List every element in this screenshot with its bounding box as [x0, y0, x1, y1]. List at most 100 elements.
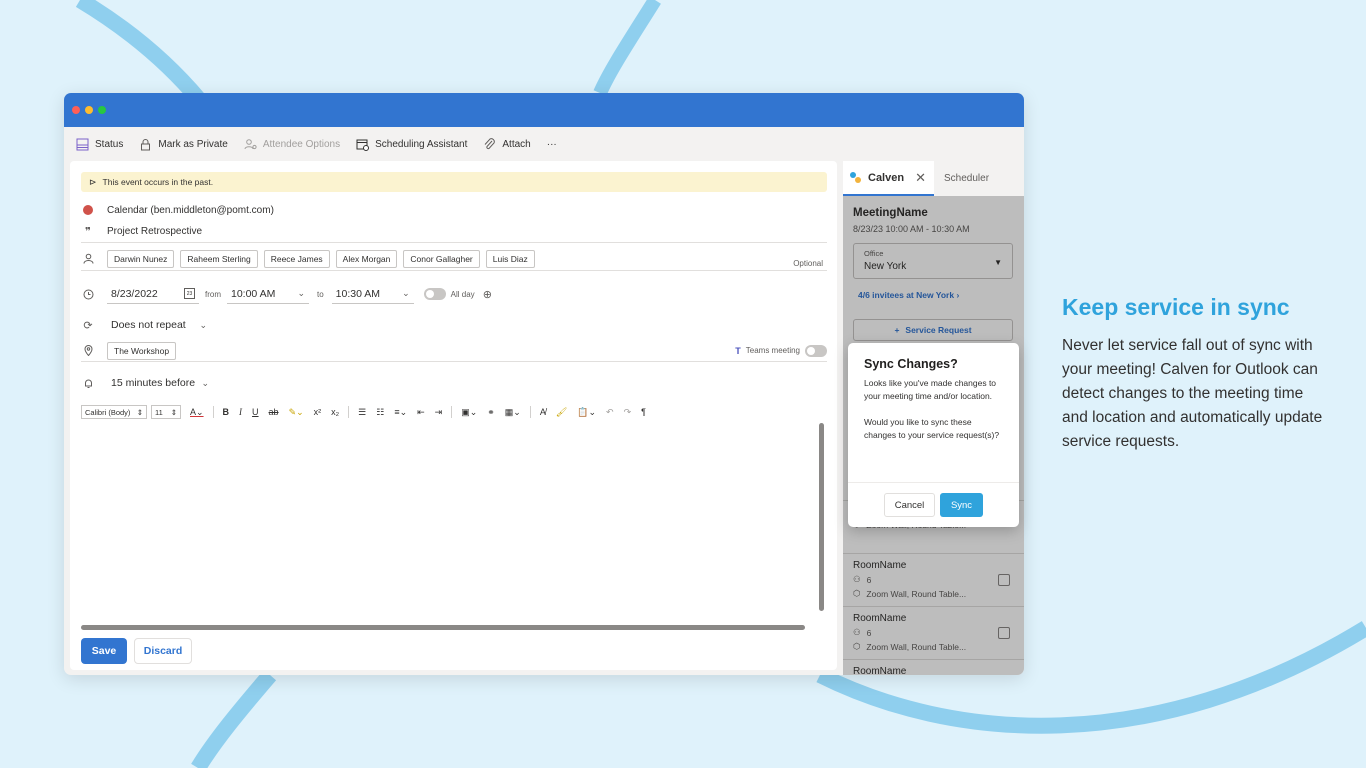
link-icon[interactable]: ⚭: [487, 407, 495, 418]
attendee-chip[interactable]: Reece James: [263, 249, 330, 268]
divider: [348, 406, 350, 418]
start-time-value: 10:00 AM: [231, 287, 276, 300]
quote-icon: ❞: [85, 226, 91, 238]
repeat-icon: ⟳: [83, 319, 93, 332]
all-day-label: All day: [450, 289, 475, 299]
divider: [212, 406, 214, 418]
all-day-toggle[interactable]: [423, 288, 446, 300]
superscript-icon[interactable]: x²: [314, 407, 322, 417]
format-painter-icon[interactable]: 🖌: [556, 407, 567, 418]
chevron-down-icon: ⌄: [199, 319, 207, 330]
bell-icon: [81, 376, 95, 390]
calendar-row[interactable]: Calendar (ben.middleton@pomt.com): [81, 201, 827, 219]
event-editor: ⊳ This event occurs in the past. Calenda…: [70, 161, 837, 670]
italic-icon[interactable]: I: [239, 407, 242, 417]
optional-attendees-link[interactable]: Optional: [793, 259, 823, 268]
tab-calven[interactable]: Calven ✕: [843, 161, 934, 196]
font-family-select[interactable]: Calibri (Body) ⇕: [81, 405, 147, 419]
info-tag-icon: ⊳: [89, 176, 97, 187]
promo-body: Never let service fall out of sync with …: [1062, 337, 1323, 450]
start-time-select[interactable]: 10:00 AM ⌄: [227, 284, 309, 304]
align-icon[interactable]: ≡⌄: [394, 407, 407, 418]
calendar-clock-icon: [356, 138, 370, 151]
table-icon[interactable]: ▦⌄: [505, 407, 521, 418]
end-time-select[interactable]: 10:30 AM ⌄: [331, 284, 414, 304]
bold-icon[interactable]: B: [223, 407, 230, 417]
divider: [451, 406, 453, 418]
tab-calven-label: Calven: [868, 171, 905, 184]
underline-icon[interactable]: U: [252, 407, 259, 417]
chevron-down-icon: ⌄: [201, 377, 209, 388]
clear-format-icon[interactable]: A̸: [540, 407, 546, 417]
image-icon[interactable]: ▣⌄: [461, 407, 477, 418]
sync-button[interactable]: Sync: [940, 493, 983, 517]
location-row: The Workshop T Teams meeting: [81, 340, 827, 362]
font-size-select[interactable]: 11 ⇕: [151, 405, 181, 419]
calendar-icon[interactable]: 23: [184, 288, 195, 299]
numbered-list-icon[interactable]: ☷: [376, 407, 384, 418]
location-pin-icon: [81, 344, 95, 358]
mark-private-label: Mark as Private: [158, 138, 228, 150]
reminder-value: 15 minutes before: [111, 377, 196, 389]
attendee-chip[interactable]: Darwin Nunez: [107, 249, 175, 268]
undo-icon[interactable]: ↶: [606, 407, 614, 418]
dialog-title: Sync Changes?: [864, 357, 958, 371]
chevron-down-icon: ⌄: [402, 288, 410, 298]
clock-icon: [81, 287, 95, 301]
horizontal-scrollbar[interactable]: [81, 625, 805, 630]
more-icon: ···: [546, 138, 557, 150]
location-chip[interactable]: The Workshop: [107, 341, 177, 360]
indent-icon[interactable]: ⇥: [435, 407, 443, 418]
dialog-message: Looks like you've made changes to your m…: [864, 378, 997, 401]
tab-scheduler[interactable]: Scheduler: [934, 161, 989, 196]
attendee-chip[interactable]: Luis Diaz: [485, 249, 535, 268]
reminder-select[interactable]: 15 minutes before ⌄: [107, 373, 213, 393]
attach-button[interactable]: Attach: [483, 137, 531, 151]
globe-icon[interactable]: ⊕: [483, 288, 492, 301]
bullet-list-icon[interactable]: ☰: [358, 407, 366, 418]
attendee-chip[interactable]: Raheem Sterling: [180, 249, 258, 268]
close-window-button[interactable]: [72, 106, 80, 114]
date-picker[interactable]: 8/23/2022 23: [107, 284, 199, 304]
save-button[interactable]: Save: [81, 638, 127, 664]
paste-icon[interactable]: 📋⌄: [577, 407, 596, 418]
attach-label: Attach: [502, 138, 531, 150]
cancel-button[interactable]: Cancel: [884, 493, 935, 517]
person-icon: [81, 252, 95, 266]
mark-private-button[interactable]: Mark as Private: [139, 138, 228, 151]
calven-logo-icon: [850, 171, 862, 184]
teams-toggle[interactable]: [805, 344, 827, 357]
scheduling-assistant-label: Scheduling Assistant: [375, 138, 468, 150]
redo-icon[interactable]: ↷: [624, 407, 632, 418]
attendee-chip[interactable]: Alex Morgan: [335, 249, 398, 268]
paragraph-marks-icon[interactable]: ¶: [641, 407, 646, 417]
minimize-window-button[interactable]: [85, 106, 93, 114]
vertical-scrollbar[interactable]: [819, 423, 824, 611]
scheduling-assistant-button[interactable]: Scheduling Assistant: [356, 138, 467, 151]
font-size-value: 11: [155, 407, 163, 417]
body-editor[interactable]: [76, 423, 821, 631]
status-button[interactable]: Status: [76, 138, 123, 151]
divider: [848, 482, 1019, 483]
date-value: 8/23/2022: [111, 287, 158, 300]
ribbon-toolbar: Status Mark as Private Attendee Options …: [64, 127, 1024, 161]
promo-heading: Keep service in sync: [1062, 294, 1290, 320]
discard-button[interactable]: Discard: [134, 638, 192, 664]
strikethrough-icon[interactable]: ab: [269, 407, 279, 417]
repeat-select[interactable]: Does not repeat ⌄: [107, 315, 211, 335]
outdent-icon[interactable]: ⇤: [417, 407, 425, 418]
close-icon[interactable]: ✕: [915, 170, 926, 186]
status-icon: [76, 138, 89, 151]
more-options-button[interactable]: ···: [547, 139, 557, 150]
attendee-chip[interactable]: Conor Gallagher: [403, 249, 480, 268]
font-color-icon[interactable]: A⌄: [190, 407, 204, 418]
paperclip-icon: [483, 137, 496, 151]
event-title-input[interactable]: Project Retrospective: [107, 226, 202, 237]
highlight-icon[interactable]: ✎⌄: [289, 407, 304, 418]
maximize-window-button[interactable]: [98, 106, 106, 114]
attendee-options-label: Attendee Options: [262, 138, 341, 150]
sidepanel-tabs: Calven ✕ Scheduler: [843, 161, 1024, 196]
calendar-selector[interactable]: Calendar (ben.middleton@pomt.com): [107, 205, 274, 216]
attendee-options-button[interactable]: Attendee Options: [244, 138, 340, 151]
subscript-icon[interactable]: x₂: [331, 407, 339, 417]
